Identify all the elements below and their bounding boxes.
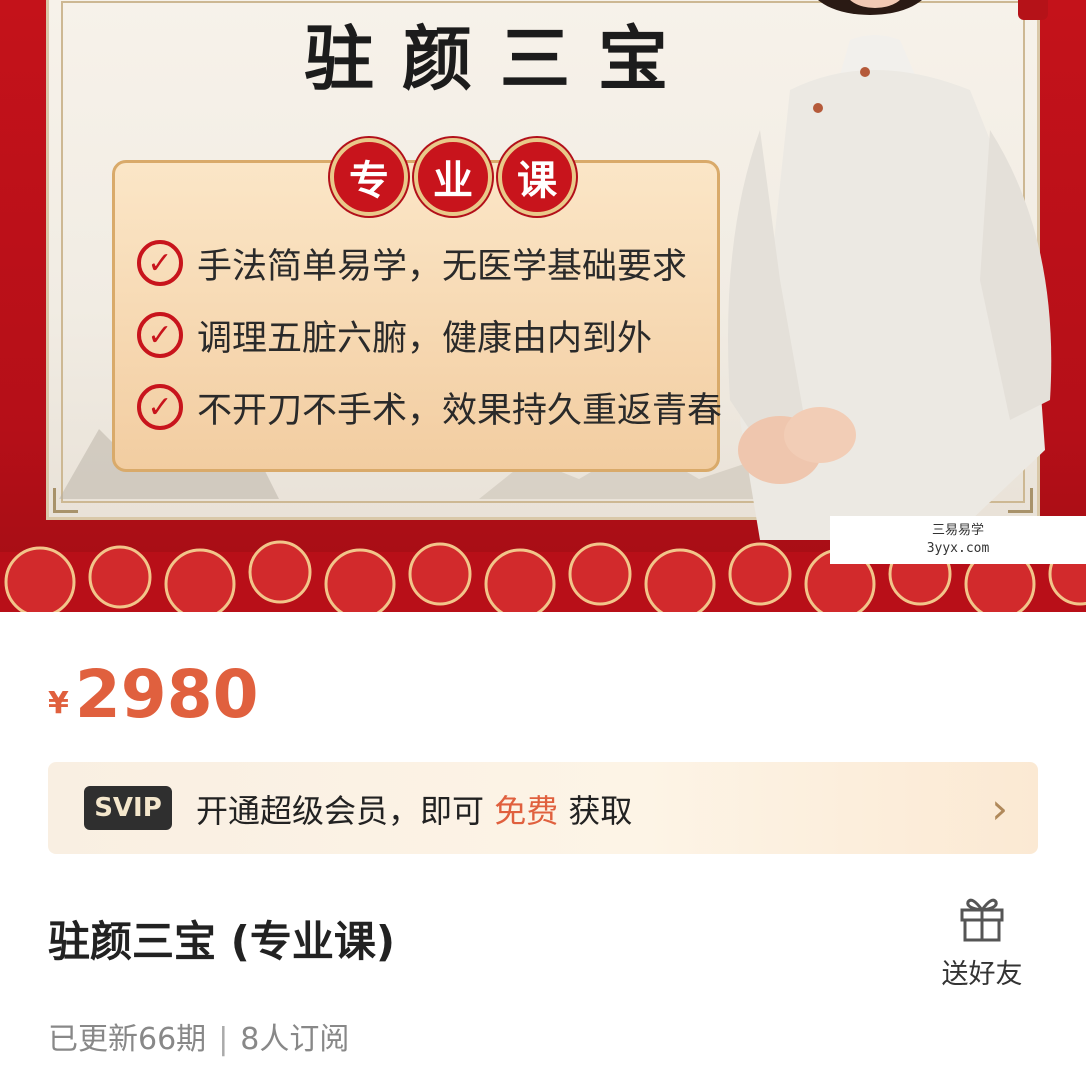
course-page: 驻颜三宝 专 业 课 ✓ 手法简单易学，无医学基础要求 ✓ 调理五脏六腑，健康由… bbox=[0, 0, 1086, 1080]
course-title: 驻颜三宝 (专业课) bbox=[48, 917, 396, 966]
badge-char: 业 bbox=[414, 138, 492, 216]
badge-char: 专 bbox=[330, 138, 408, 216]
divider: | bbox=[218, 1022, 229, 1057]
feature-text: 调理五脏六腑，健康由内到外 bbox=[197, 318, 653, 359]
course-meta: 已更新66期 | 8人订阅 bbox=[48, 1014, 349, 1058]
currency-symbol: ¥ bbox=[48, 686, 69, 721]
svip-text-before: 开通超级会员，即可 bbox=[196, 792, 485, 830]
subscriber-count: 8人订阅 bbox=[240, 1022, 350, 1057]
gift-icon bbox=[960, 898, 1004, 942]
svip-text: 开通超级会员，即可 免费 获取 bbox=[196, 786, 632, 832]
feature-text: 不开刀不手术，效果持久重返青春 bbox=[197, 390, 723, 431]
watermark: 三易易学 3yyx.com bbox=[830, 516, 1086, 564]
svip-highlight: 免费 bbox=[494, 792, 559, 830]
feature-text: 手法简单易学，无医学基础要求 bbox=[197, 246, 688, 287]
price: ¥ 2980 bbox=[48, 656, 259, 733]
watermark-url: 3yyx.com bbox=[926, 541, 990, 556]
feature-item: ✓ 不开刀不手术，效果持久重返青春 bbox=[137, 371, 722, 443]
svip-badge: SVIP bbox=[84, 786, 172, 830]
poster-title: 驻颜三宝 bbox=[304, 17, 696, 100]
badge-row: 专 业 课 bbox=[330, 138, 576, 216]
svip-text-after: 获取 bbox=[568, 792, 633, 830]
feature-list: ✓ 手法简单易学，无医学基础要求 ✓ 调理五脏六腑，健康由内到外 ✓ 不开刀不手… bbox=[137, 227, 722, 443]
price-value: 2980 bbox=[74, 656, 259, 733]
feature-item: ✓ 调理五脏六腑，健康由内到外 bbox=[137, 299, 722, 371]
badge-char: 课 bbox=[498, 138, 576, 216]
watermark-name: 三易易学 bbox=[931, 523, 984, 538]
course-banner: 驻颜三宝 专 业 课 ✓ 手法简单易学，无医学基础要求 ✓ 调理五脏六腑，健康由… bbox=[0, 0, 1086, 612]
svip-banner[interactable]: SVIP 开通超级会员，即可 免费 获取 › bbox=[48, 762, 1038, 854]
gift-button[interactable]: 送好友 bbox=[936, 892, 1028, 991]
chevron-right-icon[interactable]: › bbox=[991, 784, 1008, 833]
instructor-photo bbox=[728, 0, 1052, 540]
feature-item: ✓ 手法简单易学，无医学基础要求 bbox=[137, 227, 722, 299]
check-icon: ✓ bbox=[137, 240, 183, 286]
update-count: 已更新66期 bbox=[48, 1022, 207, 1057]
check-icon: ✓ bbox=[137, 384, 183, 430]
check-icon: ✓ bbox=[137, 312, 183, 358]
gift-label: 送好友 bbox=[941, 959, 1023, 990]
